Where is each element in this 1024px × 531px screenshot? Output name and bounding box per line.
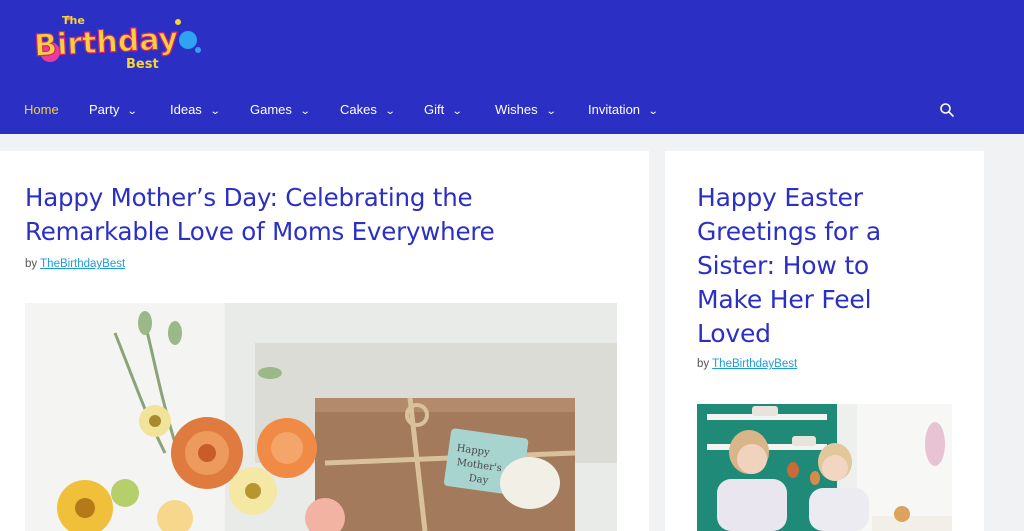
nav-item-party[interactable]: Party ⌄ bbox=[89, 88, 138, 132]
nav-item-label: Cakes bbox=[340, 102, 377, 117]
nav-item-games[interactable]: Games ⌄ bbox=[250, 88, 311, 132]
nav-item-label: Games bbox=[250, 102, 292, 117]
logo-best: Best bbox=[126, 57, 159, 72]
mothers-day-flowers-photo: Happy Mother's Day bbox=[25, 303, 617, 531]
site-logo[interactable]: The Birthday Best bbox=[28, 10, 208, 72]
side-post-byline: by TheBirthdayBest bbox=[697, 358, 797, 370]
chevron-down-icon: ⌄ bbox=[209, 106, 221, 117]
nav-item-wishes[interactable]: Wishes ⌄ bbox=[495, 88, 557, 132]
side-post-title[interactable]: Happy Easter Greetings for a Sister: How… bbox=[697, 181, 967, 351]
site-header: The Birthday Best Home Party ⌄ Ideas ⌄ Gam… bbox=[0, 0, 1024, 134]
chevron-down-icon: ⌄ bbox=[299, 106, 311, 117]
chevron-down-icon: ⌄ bbox=[647, 106, 659, 117]
byline-by: by bbox=[25, 258, 38, 270]
author-link[interactable]: TheBirthdayBest bbox=[40, 258, 125, 270]
side-post-title-line: Make Her Feel bbox=[697, 285, 872, 314]
nav-item-label: Party bbox=[89, 102, 120, 117]
nav-item-label: Ideas bbox=[170, 102, 202, 117]
nav-item-label: Gift bbox=[424, 102, 445, 117]
main-post-byline: by TheBirthdayBest bbox=[25, 258, 125, 270]
side-post-title-line: Loved bbox=[697, 319, 771, 348]
side-post-title-line: Sister: How to bbox=[697, 251, 870, 280]
nav-item-label: Invitation bbox=[588, 102, 641, 117]
nav-item-ideas[interactable]: Ideas ⌄ bbox=[170, 88, 221, 132]
nav-item-label: Wishes bbox=[495, 102, 538, 117]
chevron-down-icon: ⌄ bbox=[127, 106, 138, 117]
side-post-title-line: Greetings for a bbox=[697, 217, 881, 246]
main-post-title[interactable]: Happy Mother’s Day: Celebrating the Rema… bbox=[25, 181, 625, 249]
main-post-title-line: Remarkable Love of Moms Everywhere bbox=[25, 217, 495, 246]
main-nav: Home Party ⌄ Ideas ⌄ Games ⌄ Cakes ⌄ Gift ⌄ W… bbox=[0, 88, 1024, 132]
side-post-image[interactable] bbox=[697, 404, 952, 531]
nav-item-home[interactable]: Home bbox=[24, 88, 59, 132]
nav-item-cakes[interactable]: Cakes ⌄ bbox=[340, 88, 396, 132]
nav-item-gift[interactable]: Gift ⌄ bbox=[424, 88, 463, 132]
side-post-title-line: Happy Easter bbox=[697, 183, 863, 212]
main-post-title-line: Happy Mother’s Day: Celebrating the bbox=[25, 183, 473, 212]
main-post-image[interactable]: Happy Mother's Day bbox=[25, 303, 617, 531]
easter-sisters-photo bbox=[697, 404, 952, 531]
logo-the: The bbox=[62, 14, 85, 27]
author-link[interactable]: TheBirthdayBest bbox=[712, 358, 797, 370]
search-icon[interactable] bbox=[939, 102, 955, 118]
byline-by: by bbox=[697, 358, 710, 370]
chevron-down-icon: ⌄ bbox=[384, 106, 396, 117]
chevron-down-icon: ⌄ bbox=[451, 106, 463, 117]
nav-item-label: Home bbox=[24, 102, 59, 117]
nav-item-invitation[interactable]: Invitation ⌄ bbox=[588, 88, 659, 132]
chevron-down-icon: ⌄ bbox=[545, 106, 557, 117]
